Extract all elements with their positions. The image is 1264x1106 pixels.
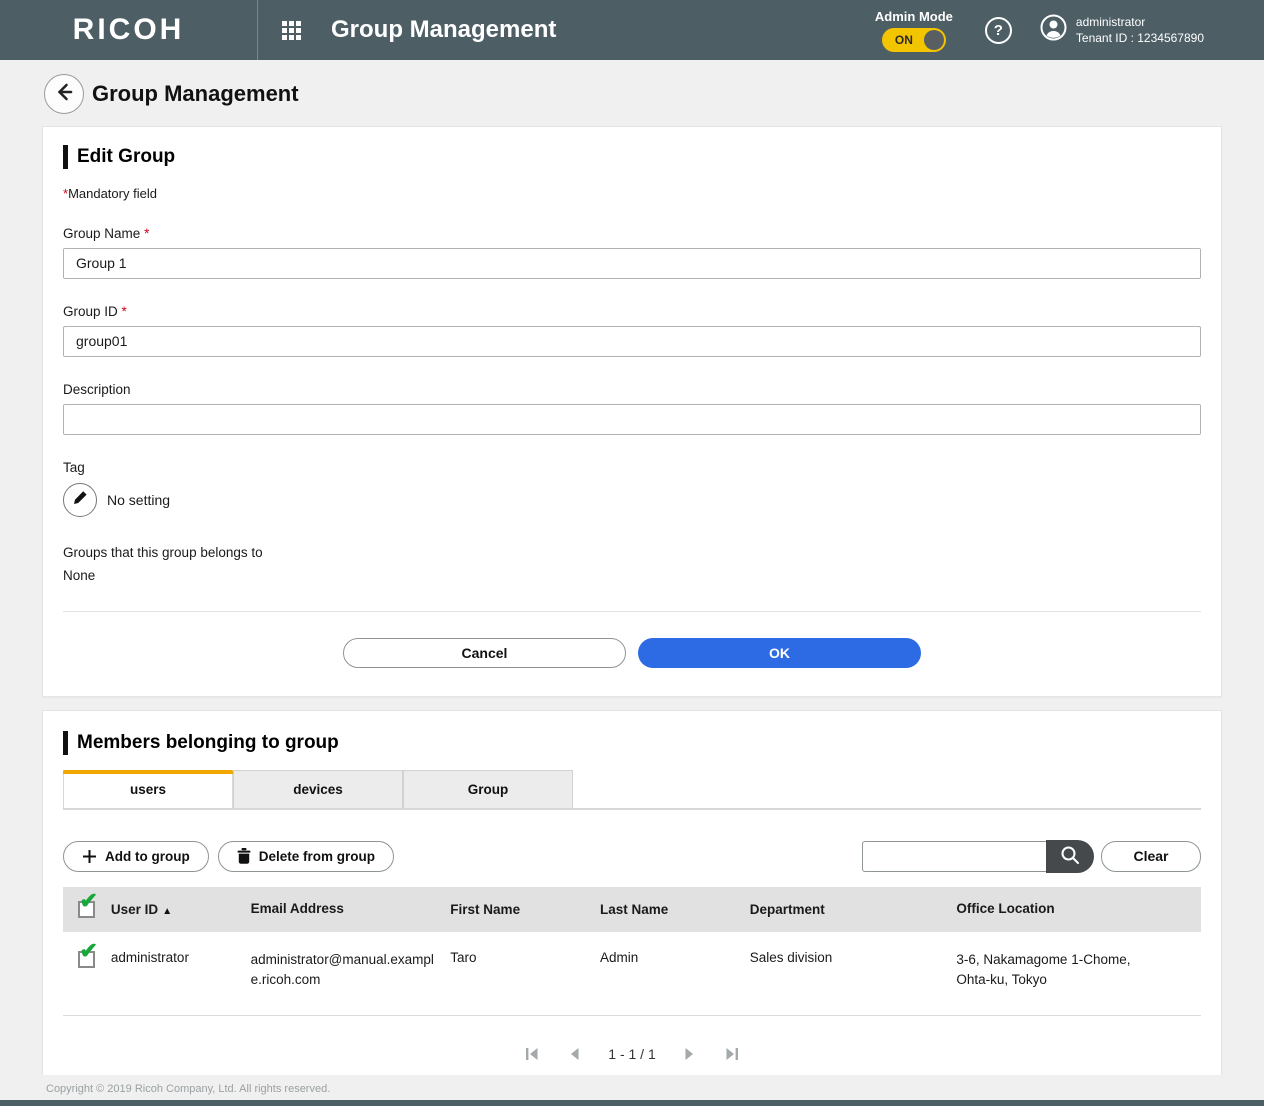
- previous-page-button[interactable]: [567, 1046, 581, 1062]
- member-tabs: users devices Group: [63, 770, 1201, 810]
- description-input[interactable]: [63, 404, 1201, 435]
- group-id-label: Group ID *: [63, 304, 1201, 319]
- form-actions: Cancel OK: [63, 638, 1201, 668]
- toggle-on-label: ON: [895, 33, 913, 47]
- col-department[interactable]: Department: [750, 902, 957, 917]
- checkmark-icon: ✔: [79, 890, 97, 912]
- trash-icon: [237, 848, 251, 864]
- admin-mode-label: Admin Mode: [875, 9, 953, 24]
- members-heading: Members belonging to group: [63, 731, 1201, 755]
- admin-mode-control: Admin Mode ON: [875, 9, 953, 52]
- members-card: Members belonging to group users devices…: [42, 710, 1222, 1090]
- search-input[interactable]: [862, 841, 1046, 872]
- cancel-button[interactable]: Cancel: [343, 638, 626, 668]
- edit-group-card: Edit Group *Mandatory field Group Name *…: [42, 126, 1222, 697]
- user-avatar-icon: [1040, 14, 1067, 46]
- help-icon[interactable]: ?: [985, 17, 1012, 44]
- select-all-checkbox[interactable]: ✔: [78, 901, 95, 918]
- cell-last-name: Admin: [600, 950, 750, 965]
- ok-button[interactable]: OK: [638, 638, 921, 668]
- tenant-id: Tenant ID : 1234567890: [1076, 30, 1204, 46]
- back-button[interactable]: [44, 74, 84, 114]
- members-toolbar: Add to group Delete from group: [63, 840, 1201, 873]
- user-name: administrator: [1076, 14, 1204, 30]
- header-divider: [257, 0, 258, 60]
- col-first-name[interactable]: First Name: [450, 902, 600, 917]
- app-grid-icon[interactable]: [282, 21, 301, 40]
- cell-office-location: 3-6, Nakamagome 1-Chome, Ohta-ku, Tokyo: [956, 950, 1201, 992]
- table-row[interactable]: ✔ administrator administrator@manual.exa…: [63, 932, 1201, 1017]
- tag-value: No setting: [107, 492, 170, 508]
- description-label: Description: [63, 382, 1201, 397]
- ricoh-logo: RICOH: [0, 13, 257, 47]
- row-checkbox[interactable]: ✔: [78, 951, 95, 968]
- tag-row: No setting: [63, 483, 1201, 517]
- add-to-group-label: Add to group: [105, 849, 190, 864]
- clear-button[interactable]: Clear: [1101, 841, 1201, 872]
- toggle-knob-icon: [924, 30, 944, 50]
- copyright-text: Copyright © 2019 Ricoh Company, Ltd. All…: [0, 1075, 1264, 1095]
- tab-users[interactable]: users: [63, 770, 233, 808]
- parent-groups-label: Groups that this group belongs to: [63, 545, 1201, 560]
- edit-group-heading: Edit Group: [63, 145, 1201, 169]
- col-user-id[interactable]: User ID▲: [111, 902, 251, 917]
- delete-from-group-button[interactable]: Delete from group: [218, 841, 394, 872]
- mandatory-note: *Mandatory field: [63, 186, 1201, 201]
- footer: Copyright © 2019 Ricoh Company, Ltd. All…: [0, 1075, 1264, 1106]
- next-page-button[interactable]: [683, 1046, 697, 1062]
- plus-icon: [82, 849, 97, 864]
- pagination: 1 - 1 / 1: [63, 1046, 1201, 1062]
- last-page-button[interactable]: [724, 1046, 740, 1062]
- search-button[interactable]: [1046, 840, 1094, 873]
- admin-mode-toggle[interactable]: ON: [882, 28, 946, 52]
- footer-accent-bar: [0, 1100, 1264, 1106]
- pagination-label: 1 - 1 / 1: [608, 1046, 655, 1062]
- group-id-input[interactable]: [63, 326, 1201, 357]
- user-texts: administrator Tenant ID : 1234567890: [1076, 14, 1204, 46]
- group-name-label: Group Name *: [63, 226, 1201, 241]
- tab-devices[interactable]: devices: [233, 770, 403, 808]
- back-row: Group Management: [0, 60, 1264, 126]
- pencil-icon: [72, 489, 89, 511]
- toolbar-right: Clear: [862, 840, 1201, 873]
- mandatory-text: Mandatory field: [68, 186, 157, 201]
- cell-user-id: administrator: [111, 950, 251, 965]
- cell-department: Sales division: [750, 950, 957, 965]
- members-table: ✔ User ID▲ Email Address First Name Last…: [63, 887, 1201, 1017]
- app-header: RICOH Group Management Admin Mode ON ? a…: [0, 0, 1264, 60]
- header-right: Admin Mode ON ? administrator Tenant ID …: [875, 9, 1264, 52]
- select-all-cell: ✔: [63, 901, 111, 918]
- search-wrap: [862, 840, 1094, 873]
- col-email[interactable]: Email Address: [251, 899, 451, 920]
- app-title: Group Management: [331, 16, 556, 44]
- checkmark-icon: ✔: [79, 940, 97, 962]
- back-arrow-icon: [53, 81, 75, 108]
- parent-groups-value: None: [63, 568, 1201, 583]
- col-last-name[interactable]: Last Name: [600, 902, 750, 917]
- group-id-required-star: *: [122, 304, 127, 319]
- first-page-button[interactable]: [524, 1046, 540, 1062]
- row-select-cell: ✔: [63, 950, 111, 968]
- cell-first-name: Taro: [450, 950, 600, 965]
- add-to-group-button[interactable]: Add to group: [63, 841, 209, 872]
- cell-email: administrator@manual.example.ricoh.com: [251, 950, 451, 992]
- table-header-row: ✔ User ID▲ Email Address First Name Last…: [63, 887, 1201, 932]
- delete-from-group-label: Delete from group: [259, 849, 375, 864]
- page-title: Group Management: [92, 81, 299, 107]
- group-name-input[interactable]: [63, 248, 1201, 279]
- tab-group[interactable]: Group: [403, 770, 573, 808]
- group-name-required-star: *: [144, 226, 149, 241]
- search-icon: [1059, 844, 1081, 869]
- tag-edit-button[interactable]: [63, 483, 97, 517]
- form-divider: [63, 611, 1201, 612]
- sort-asc-icon: ▲: [162, 906, 172, 917]
- col-office-location[interactable]: Office Location: [956, 899, 1201, 920]
- tag-label: Tag: [63, 460, 1201, 475]
- user-block[interactable]: administrator Tenant ID : 1234567890: [1040, 14, 1204, 46]
